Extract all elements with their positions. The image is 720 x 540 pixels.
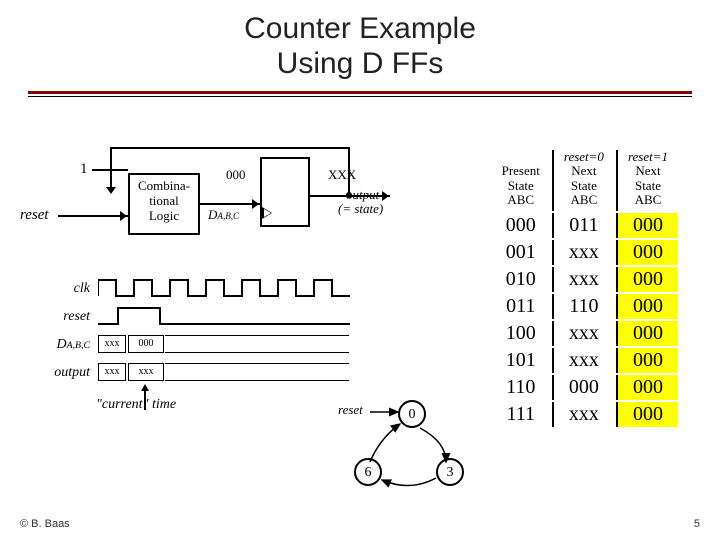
copyright: © B. Baas: [20, 518, 70, 530]
logic-l1: Combina-: [138, 178, 190, 193]
rule-primary: [28, 91, 692, 94]
d-val0: xxx: [98, 335, 126, 353]
cell-n0: 110: [552, 294, 614, 319]
th-present: Present State ABC: [492, 150, 550, 211]
table-row: 000011000: [492, 213, 678, 238]
cell-ps: 011: [492, 294, 550, 319]
output-l2: (= state): [338, 201, 383, 217]
output-waveform: xxx xxx: [98, 360, 380, 386]
d-val1: 000: [128, 335, 164, 353]
table-row: 110000000: [492, 375, 678, 400]
state-node-3: 3: [436, 458, 464, 486]
ff-out-value: XXX: [328, 167, 356, 183]
cell-n1: 000: [616, 213, 678, 238]
cell-n0: xxx: [552, 267, 614, 292]
clk-label: clk: [50, 281, 98, 297]
cell-ps: 010: [492, 267, 550, 292]
cell-ps: 101: [492, 348, 550, 373]
cell-n0: xxx: [552, 348, 614, 373]
title-line1: Counter Example: [244, 12, 476, 45]
reset-timing-label: reset: [50, 309, 98, 325]
table-row: 100xxx000: [492, 321, 678, 346]
current-time-label: "current" time: [96, 397, 176, 413]
logic-l3: Logic: [149, 208, 179, 223]
state-node-0: 0: [398, 400, 426, 428]
table-row: 101xxx000: [492, 348, 678, 373]
ff-in-value: 000: [226, 167, 246, 183]
cell-n1: 000: [616, 240, 678, 265]
output-timing-label: output: [50, 365, 98, 381]
page-number: 5: [694, 518, 700, 530]
cell-n1: 000: [616, 402, 678, 427]
cell-n1: 000: [616, 348, 678, 373]
out-val1: xxx: [128, 363, 164, 381]
cell-n1: 000: [616, 321, 678, 346]
slide-title: Counter Example Using D FFs: [0, 0, 720, 81]
d-label: DA,B,C: [208, 207, 239, 223]
rule-secondary: [28, 96, 692, 97]
cell-n0: 011: [552, 213, 614, 238]
table-row: 111xxx000: [492, 402, 678, 427]
clk-waveform: [98, 276, 380, 302]
flip-flop-box: [260, 157, 310, 227]
cell-ps: 100: [492, 321, 550, 346]
table-row: 011110000: [492, 294, 678, 319]
state-node-6: 6: [354, 458, 382, 486]
d-timing-label: DA,B,C: [50, 337, 98, 353]
cell-n1: 000: [616, 375, 678, 400]
th-reset0: reset=0 Next State ABC: [552, 150, 614, 211]
combinational-logic-box: Combina- tional Logic: [128, 173, 200, 235]
title-line2: Using D FFs: [277, 47, 444, 80]
state-table: Present State ABC reset=0 Next State ABC…: [490, 148, 680, 429]
cell-ps: 111: [492, 402, 550, 427]
cell-n0: 000: [552, 375, 614, 400]
block-diagram: 1 reset Combina- tional Logic DA,B,C 000…: [50, 155, 420, 285]
timing-diagram: clk reset DA,B,C xxx 000 output xxx x: [50, 275, 380, 387]
reset-waveform: [98, 304, 380, 330]
out-val0: xxx: [98, 363, 126, 381]
cell-n0: xxx: [552, 402, 614, 427]
state-graph: reset 0 6 3: [340, 400, 480, 510]
th-reset1: reset=1 Next State ABC: [616, 150, 678, 211]
logic-l2: tional: [149, 193, 179, 208]
table-row: 001xxx000: [492, 240, 678, 265]
cell-n1: 000: [616, 267, 678, 292]
table-row: 010xxx000: [492, 267, 678, 292]
reset-label: reset: [20, 207, 49, 224]
cell-n0: xxx: [552, 321, 614, 346]
const-one: 1: [80, 161, 88, 178]
cell-n1: 000: [616, 294, 678, 319]
cell-ps: 001: [492, 240, 550, 265]
cell-ps: 000: [492, 213, 550, 238]
cell-n0: xxx: [552, 240, 614, 265]
cell-ps: 110: [492, 375, 550, 400]
d-waveform: xxx 000: [98, 332, 380, 358]
